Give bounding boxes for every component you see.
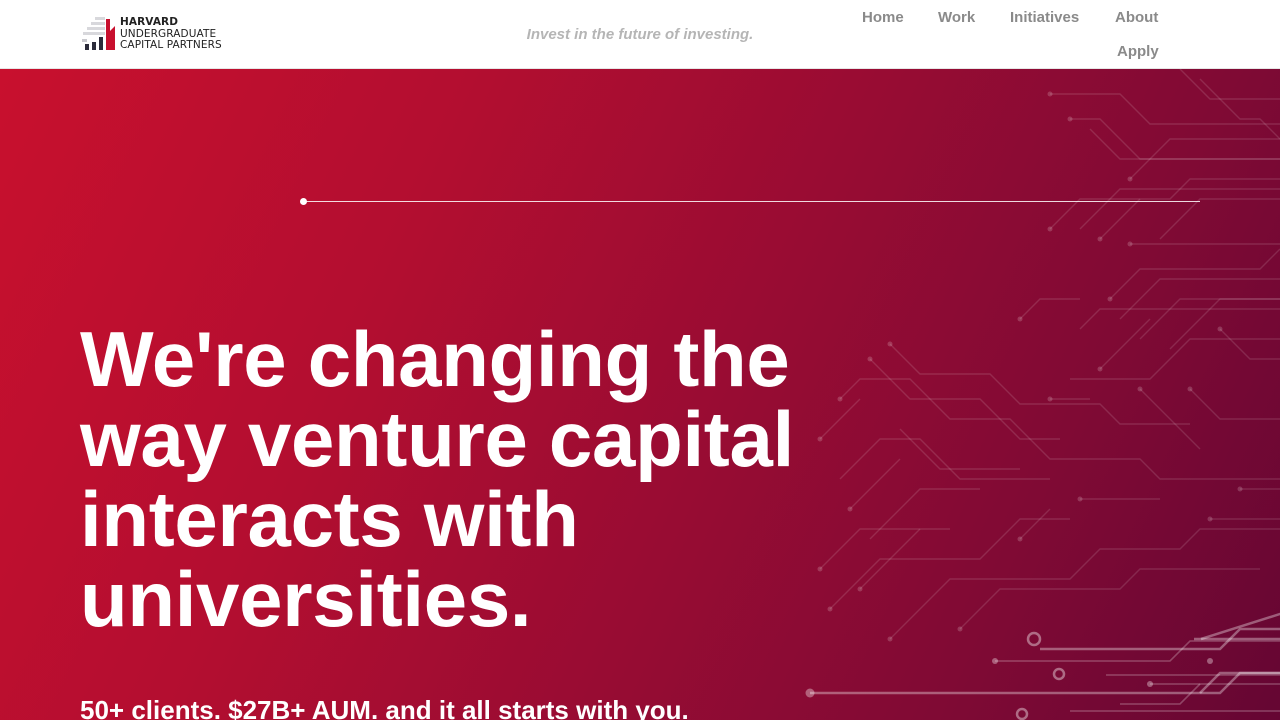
nav-work[interactable]: Work — [938, 9, 975, 26]
tagline: Invest in the future of investing. — [526, 26, 754, 43]
hero-divider-line — [303, 201, 1200, 202]
hero-headline: We're changing the way venture capital i… — [80, 315, 794, 643]
hero-stats-line: 50+ clients. $27B+ AUM. and it all start… — [80, 695, 689, 720]
nav-home[interactable]: Home — [862, 9, 904, 26]
nav-initiatives[interactable]: Initiatives — [1010, 9, 1079, 26]
nav-about[interactable]: About — [1115, 9, 1158, 26]
hero-divider-dot — [300, 198, 307, 205]
site-header: HARVARD UNDERGRADUATE CAPITAL PARTNERS I… — [0, 0, 1280, 69]
hero-section: We're changing the way venture capital i… — [0, 69, 1280, 720]
nav-apply[interactable]: Apply — [1117, 43, 1159, 60]
